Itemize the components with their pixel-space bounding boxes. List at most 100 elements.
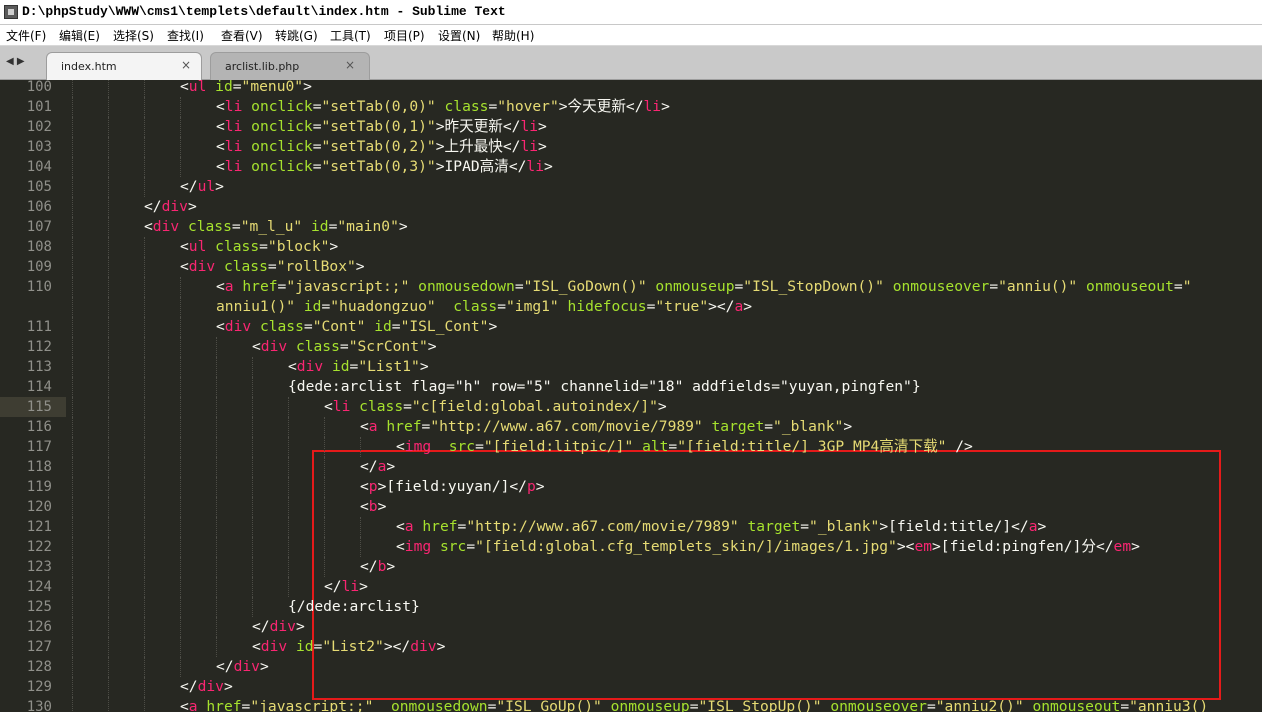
code-line[interactable]: 106 </div> [0,197,1262,217]
code-line[interactable]: 112 <div class="ScrCont"> [0,337,1262,357]
code-line[interactable]: 127 <div id="List2"></div> [0,637,1262,657]
code-token: "List2" [322,638,384,655]
line-number: 120 [26,499,52,515]
code-editor[interactable]: 100 <ul id="menu0"> 101 <li onclick="setTab… [0,80,1262,712]
indent-guide [216,377,217,397]
code-token: < [396,518,405,535]
code-text: <li onclick="setTab(0,0)" class="hover">… [216,97,670,117]
indent-guide [180,157,181,177]
code-token: {/dede:arclist} [288,598,420,615]
code-line[interactable]: 124 </li> [0,577,1262,597]
menu-item-3[interactable]: 查找(I) [167,27,204,44]
code-line[interactable]: 129 </div> [0,677,1262,697]
line-number: 124 [26,579,52,595]
code-token: < [216,98,225,115]
code-line[interactable]: 108 <ul class="block"> [0,237,1262,257]
code-token: id [295,638,314,655]
code-token: = [349,358,359,375]
code-line[interactable]: anniu1()" id="huadongzuo" class="img1" h… [0,297,1262,317]
code-line[interactable]: 113 <div id="List1"> [0,357,1262,377]
code-line[interactable]: 117 <img src="[field:litpic/]" alt="[fiel… [0,437,1262,457]
indent-guide [216,517,217,537]
code-line[interactable]: 103 <li onclick="setTab(0,2)">上升最快</li> [0,137,1262,157]
indent-guide [108,677,109,697]
line-number: 114 [26,379,52,395]
code-token: = [313,638,323,655]
code-token: b [368,498,378,515]
code-line[interactable]: 104 <li onclick="setTab(0,3)">IPAD高清</li> [0,157,1262,177]
code-token: > [657,398,667,415]
menu-item-8[interactable]: 设置(N) [438,27,480,44]
close-icon[interactable]: × [181,58,191,72]
line-number: 107 [26,219,52,235]
indent-guide [72,457,73,477]
code-line[interactable]: 120 <b> [0,497,1262,517]
indent-guide [216,357,217,377]
code-line[interactable]: 122 <img src="[field:global.cfg_templets_… [0,537,1262,557]
code-token: onmouseover [830,698,927,712]
close-icon[interactable]: × [345,58,355,72]
menu-item-7[interactable]: 项目(P) [384,27,425,44]
indent-guide [108,357,109,377]
code-line[interactable]: 100 <ul id="menu0"> [0,80,1262,97]
menu-item-0[interactable]: 文件(F) [6,27,46,44]
tab-nav-arrows-icon[interactable]: ◀ ▶ [6,56,25,67]
code-line[interactable]: 123 </b> [0,557,1262,577]
code-line[interactable]: 130 <a href="javascript:;" onmousedown="I… [0,697,1262,712]
code-token: onclick [251,158,313,175]
code-token: onmousedown [418,278,515,295]
code-line[interactable]: 119 <p>[field:yuyan/]</p> [0,477,1262,497]
code-token: ></ [708,298,735,315]
code-token: > [538,138,547,155]
code-line[interactable]: 110 <a href="javascript:;" onmousedown="I… [0,277,1262,297]
code-line[interactable]: 111 <div class="Cont" id="ISL_Cont"> [0,317,1262,337]
code-line[interactable]: 109 <div class="rollBox"> [0,257,1262,277]
code-text: <li onclick="setTab(0,3)">IPAD高清</li> [216,157,553,177]
code-line[interactable]: 107 <div class="m_l_u" id="main0"> [0,217,1262,237]
indent-guide [180,557,181,577]
indent-guide [108,317,109,337]
code-line[interactable]: 118 </a> [0,457,1262,477]
indent-guide [216,497,217,517]
code-token: >[field:title/]</ [879,518,1029,535]
code-line[interactable]: 126 </div> [0,617,1262,637]
code-token: href [242,278,278,295]
tab-index-htm[interactable]: index.htm × [46,52,202,80]
code-token: div [233,658,260,675]
code-token: " [1182,278,1192,295]
menu-item-4[interactable]: 查看(V) [221,27,263,44]
code-token: target [711,418,765,435]
indent-guide [288,537,289,557]
menu-item-5[interactable]: 转跳(G) [275,27,318,44]
menu-item-6[interactable]: 工具(T) [330,27,371,44]
indent-guide [108,417,109,437]
line-number: 117 [26,439,52,455]
code-line[interactable]: 115 <li class="c[field:global.autoindex/]… [0,397,1262,417]
line-number: 110 [26,279,52,295]
indent-guide [72,397,73,417]
code-line[interactable]: 121 <a href="http://www.a67.com/movie/798… [0,517,1262,537]
menu-item-1[interactable]: 编辑(E) [59,27,100,44]
code-line[interactable]: 125 {/dede:arclist} [0,597,1262,617]
code-token: li [341,578,360,595]
code-line[interactable]: 105 </ul> [0,177,1262,197]
code-line[interactable]: 102 <li onclick="setTab(0,1)">昨天更新</li> [0,117,1262,137]
code-line[interactable]: 114 {dede:arclist flag="h" row="5" channe… [0,377,1262,397]
menu-item-2[interactable]: 选择(S) [113,27,154,44]
code-line[interactable]: 128 </div> [0,657,1262,677]
code-line[interactable]: 101 <li onclick="setTab(0,0)" class="hove… [0,97,1262,117]
window-title: D:\phpStudy\WWW\cms1\templets\default\in… [22,4,506,19]
tab-arclist-lib-php[interactable]: arclist.lib.php × [210,52,370,80]
indent-guide [144,237,145,257]
menu-item-9[interactable]: 帮助(H) [492,27,534,44]
code-line[interactable]: 116 <a href = "http://www.a67.com/movie/798… [0,417,1262,437]
code-token: div [260,338,288,355]
